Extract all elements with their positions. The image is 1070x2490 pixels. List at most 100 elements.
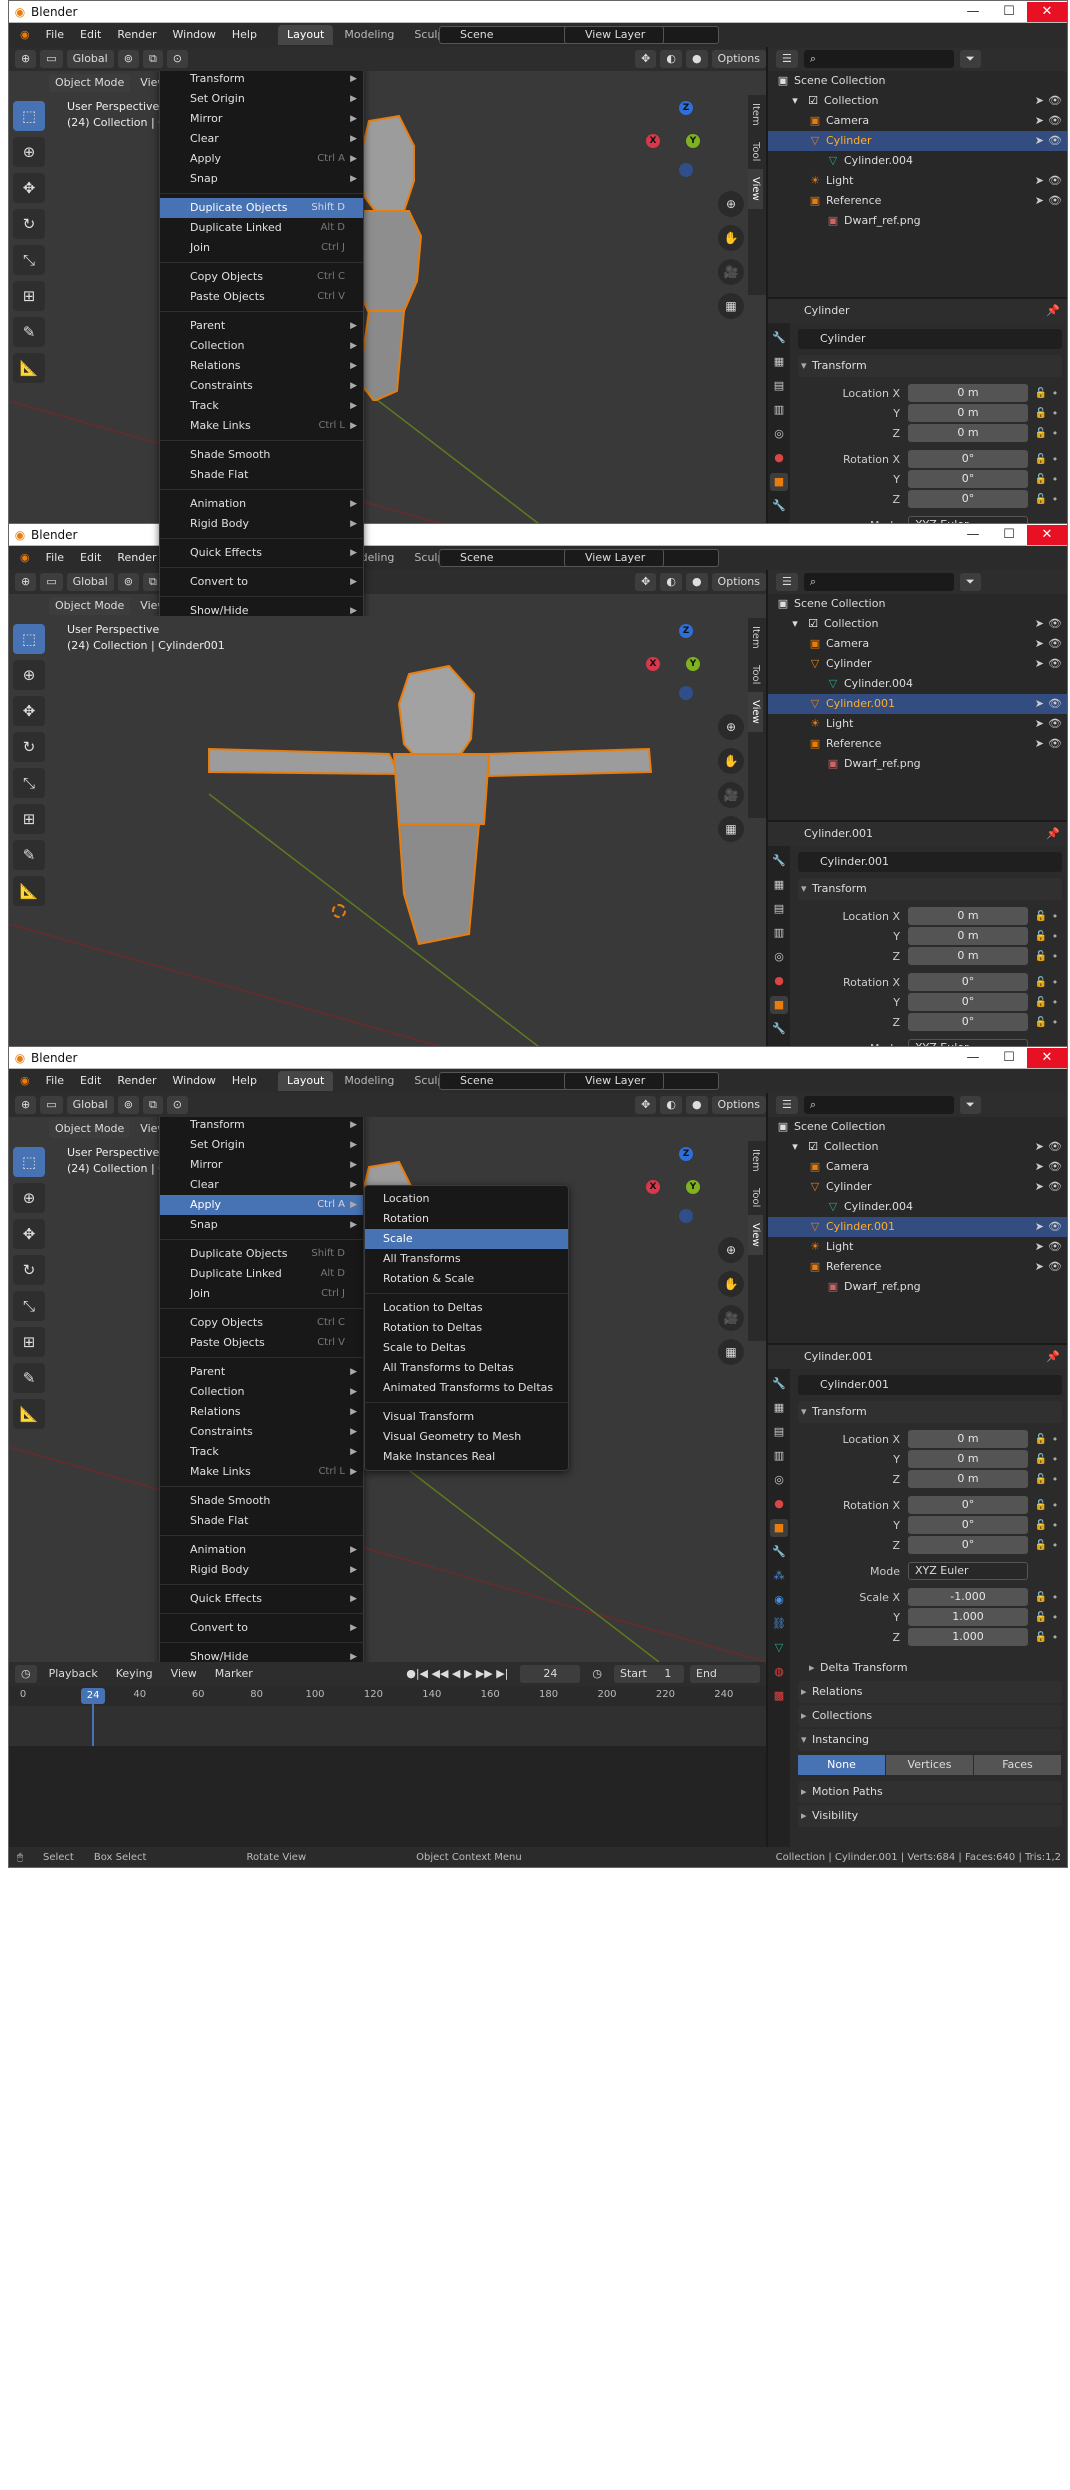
z-axis-icon[interactable]: Z [679,1147,693,1161]
object-tab-icon[interactable]: ■ [770,996,788,1014]
menu-item-rigid[interactable]: Rigid Body ▶ [160,1560,363,1580]
menu-item-rigid[interactable]: Rigid Body ▶ [160,514,363,534]
maximize-button[interactable]: ☐ [991,1048,1027,1068]
menu-item-paste[interactable]: Paste Objects Ctrl V [160,1333,363,1353]
menu-item-set-origin[interactable]: Set Origin ▶ [160,89,363,109]
menu-file[interactable]: File [39,1071,71,1091]
sidebar-tab[interactable]: View [748,169,763,209]
relations-section[interactable]: Relations [798,1681,1062,1703]
outliner-ref-image[interactable]: ▣ Dwarf_ref.png [768,211,1067,231]
orientation-select[interactable]: Global [66,573,114,591]
prop-value-field[interactable]: 0 m [908,424,1028,442]
options-button[interactable]: Options [711,1096,766,1114]
eye-icon[interactable]: 👁 [1048,171,1062,191]
transform-tool-icon[interactable]: ⊞ [13,804,45,834]
apply-item[interactable]: Location [365,1189,568,1209]
output-tab-icon[interactable]: ▤ [770,377,788,395]
outliner-collection[interactable]: ▾ ☑ Collection ➤ 👁 [768,614,1067,634]
neg-axis-icon[interactable] [679,1209,693,1223]
close-button[interactable]: ✕ [1027,524,1067,545]
measure-tool-icon[interactable]: 📐 [13,1399,45,1429]
lock-icon[interactable]: 🔓 [1032,1434,1050,1445]
menu-file[interactable]: File [39,25,71,45]
camera-view-icon[interactable]: 🎥 [718,259,744,285]
editor-type-icon[interactable]: ⊕ [15,50,37,68]
menu-item-apply[interactable]: Apply Ctrl A ▶ [160,149,363,169]
outliner-editor-icon[interactable]: ☰ [776,1096,798,1114]
prop-value-field[interactable]: 0 m [908,1450,1028,1468]
pivot-icon[interactable]: ⊚ [117,1096,139,1114]
menu-item-relations[interactable]: Relations ▶ [160,356,363,376]
keyframe-dot-icon[interactable]: • [1050,1539,1060,1552]
grid-view-icon[interactable]: ▦ [718,293,744,319]
annotate-tool-icon[interactable]: ✎ [13,317,45,347]
eye-icon[interactable]: 👁 [1048,614,1062,634]
menu-render[interactable]: Render [110,25,163,45]
menu-item-quick[interactable]: Quick Effects ▶ [160,543,363,563]
prop-value-field[interactable]: 0 m [908,1430,1028,1448]
expand-icon[interactable]: ▾ [788,91,802,111]
outliner-search-input[interactable]: ⌕ [803,50,954,68]
select-arrow-icon[interactable]: ➤ [1035,1177,1044,1197]
render-tab-icon[interactable]: ▦ [770,353,788,371]
world-tab-icon[interactable]: ● [770,972,788,990]
filter-icon[interactable]: ⏷ [959,50,981,68]
prop-value-field[interactable]: 0° [908,1496,1028,1514]
timeline-editor-icon[interactable]: ◷ [15,1665,37,1683]
y-axis-icon[interactable]: Y [686,1180,700,1194]
select-mode-icon[interactable]: ▭ [40,573,63,591]
scale-tool-icon[interactable]: ⤡ [13,1291,45,1321]
prop-value-field[interactable]: 0° [908,973,1028,991]
scene-tab-icon[interactable]: ◎ [770,948,788,966]
prop-value-field[interactable]: 0° [908,490,1028,508]
rotate-tool-icon[interactable]: ↻ [13,732,45,762]
outliner-cylinder001[interactable]: ▽ Cylinder.001 ➤ 👁 [768,1217,1067,1237]
menu-item-smooth[interactable]: Shade Smooth [160,1491,363,1511]
world-tab-icon[interactable]: ● [770,1495,788,1513]
menu-item-mirror[interactable]: Mirror ▶ [160,109,363,129]
instancing-faces-button[interactable]: Faces [974,1755,1062,1775]
x-axis-icon[interactable]: X [646,1180,660,1194]
snap-icon[interactable]: ⧉ [142,1096,163,1114]
y-axis-icon[interactable]: Y [686,657,700,671]
menu-edit[interactable]: Edit [73,548,108,568]
prop-value-field[interactable]: -1.000 [908,1588,1028,1606]
apply-item[interactable]: Animated Transforms to Deltas [365,1378,568,1398]
transform-section[interactable]: Transform [798,1401,1062,1423]
filter-icon[interactable]: ⏷ [959,573,981,591]
menu-help[interactable]: Help [225,25,264,45]
outliner-cylinder[interactable]: ▽ Cylinder ➤ 👁 [768,1177,1067,1197]
eye-icon[interactable]: 👁 [1048,1257,1062,1277]
pan-hand-icon[interactable]: ✋ [718,225,744,251]
pivot-icon[interactable]: ⊚ [117,573,139,591]
keyframe-dot-icon[interactable]: • [1050,1433,1060,1446]
cursor-tool-icon[interactable]: ⊕ [13,1183,45,1213]
menu-window[interactable]: Window [166,1071,223,1091]
prop-value-field[interactable]: 1.000 [908,1608,1028,1626]
menu-item-snap[interactable]: Snap ▶ [160,1215,363,1235]
eye-icon[interactable]: 👁 [1048,191,1062,211]
visibility-section[interactable]: Visibility [798,1805,1062,1827]
workspace-tab[interactable]: Layout [277,25,334,45]
view-layer-selector[interactable]: View Layer [564,1072,664,1090]
sidebar-tab[interactable]: Item [748,95,763,134]
eye-icon[interactable]: 👁 [1048,634,1062,654]
minimize-button[interactable]: — [955,2,991,22]
outliner-camera[interactable]: ▣ Camera ➤ 👁 [768,1157,1067,1177]
menu-item-constraints[interactable]: Constraints ▶ [160,376,363,396]
keyframe-dot-icon[interactable]: • [1050,427,1060,440]
particles-tab-icon[interactable]: ⁂ [770,1567,788,1585]
options-button[interactable]: Options [711,50,766,68]
overlay-icon[interactable]: ◐ [660,573,682,591]
annotate-tool-icon[interactable]: ✎ [13,1363,45,1393]
outliner-scene-collection[interactable]: ▣ Scene Collection [768,71,1067,91]
minimize-button[interactable]: — [955,1048,991,1068]
prop-value-field[interactable]: 0° [908,993,1028,1011]
render-tab-icon[interactable]: ▦ [770,1399,788,1417]
navigation-gizmo[interactable]: Z X Y [646,624,726,704]
menu-item-clear[interactable]: Clear ▶ [160,129,363,149]
editor-type-icon[interactable]: ⊕ [15,1096,37,1114]
zoom-icon[interactable]: ⊕ [718,1237,744,1263]
grid-view-icon[interactable]: ▦ [718,1339,744,1365]
shading-icon[interactable]: ● [685,50,708,68]
